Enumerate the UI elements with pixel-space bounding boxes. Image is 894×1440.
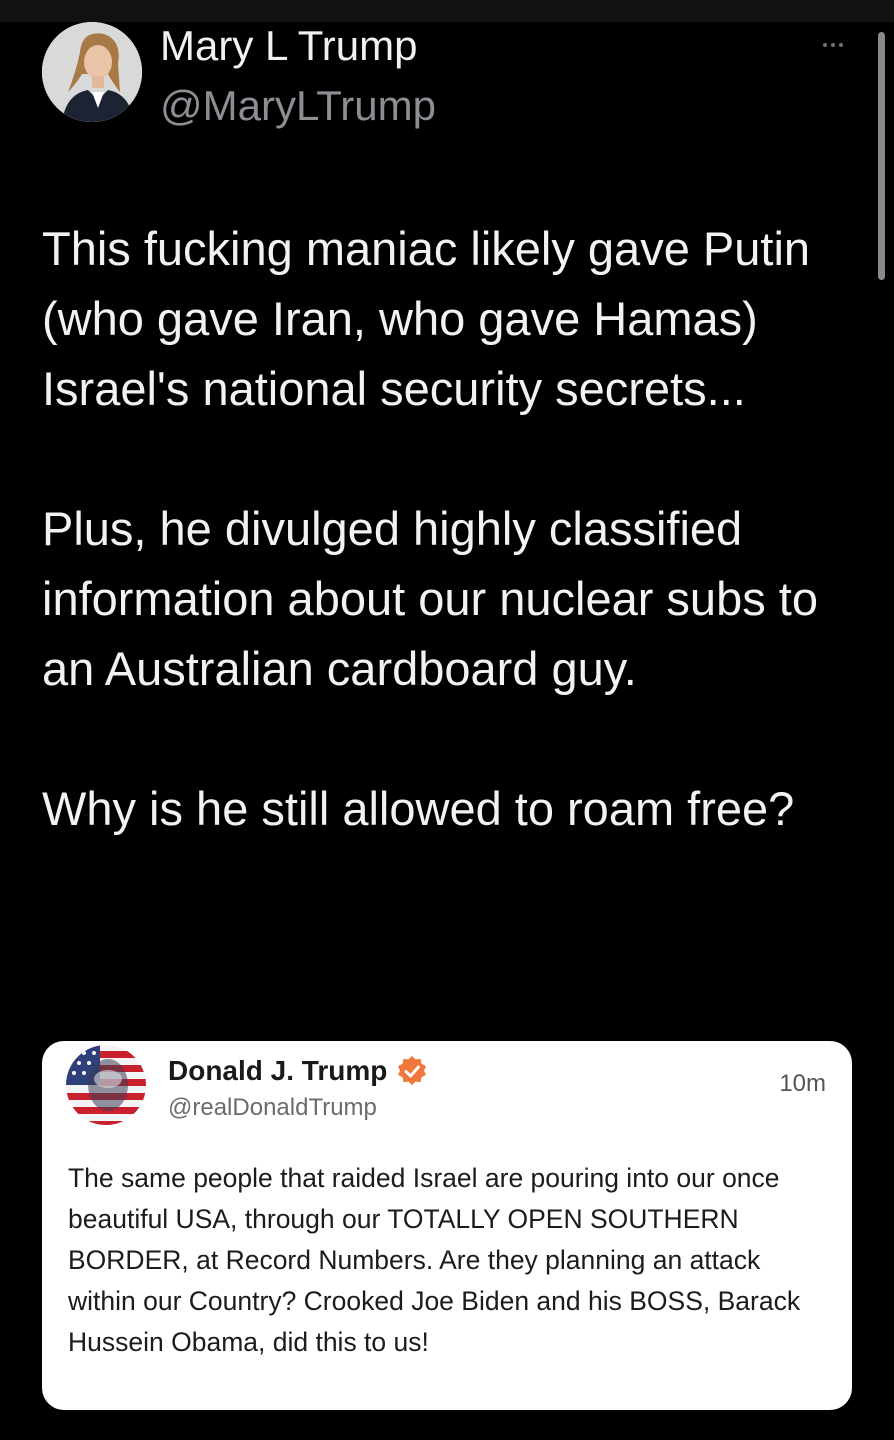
status-bar-strip (0, 0, 894, 22)
embedded-timestamp[interactable]: 10m (779, 1069, 826, 1099)
author-avatar[interactable] (42, 22, 142, 122)
flag-portrait-icon (66, 1045, 146, 1125)
embedded-author-name[interactable]: Donald J. Trump (168, 1055, 387, 1087)
embedded-post-card[interactable]: Donald J. Trump @realDonaldTrump 10m The… (42, 1041, 852, 1410)
more-options-button[interactable] (810, 30, 856, 60)
tweet-paragraph: Plus, he divulged highly classified info… (42, 502, 818, 695)
author-display-name[interactable]: Mary L Trump (160, 20, 418, 72)
tweet-paragraph: This fucking maniac likely gave Putin (w… (42, 222, 811, 415)
more-dot (831, 43, 835, 47)
more-horizontal-icon (823, 43, 827, 47)
tweet-paragraph: Why is he still allowed to roam free? (42, 782, 795, 835)
verified-badge-icon (398, 1056, 427, 1086)
embedded-author-avatar[interactable] (66, 1045, 146, 1125)
embedded-post-text: The same people that raided Israel are p… (68, 1163, 801, 1357)
embedded-name-row: Donald J. Trump (168, 1051, 427, 1091)
scrollbar[interactable] (878, 32, 885, 280)
profile-photo-icon (42, 22, 142, 122)
more-dot (839, 43, 843, 47)
tweet-text: This fucking maniac likely gave Putin (w… (42, 214, 852, 844)
embedded-author-handle[interactable]: @realDonaldTrump (168, 1093, 377, 1123)
author-handle[interactable]: @MaryLTrump (160, 80, 436, 132)
